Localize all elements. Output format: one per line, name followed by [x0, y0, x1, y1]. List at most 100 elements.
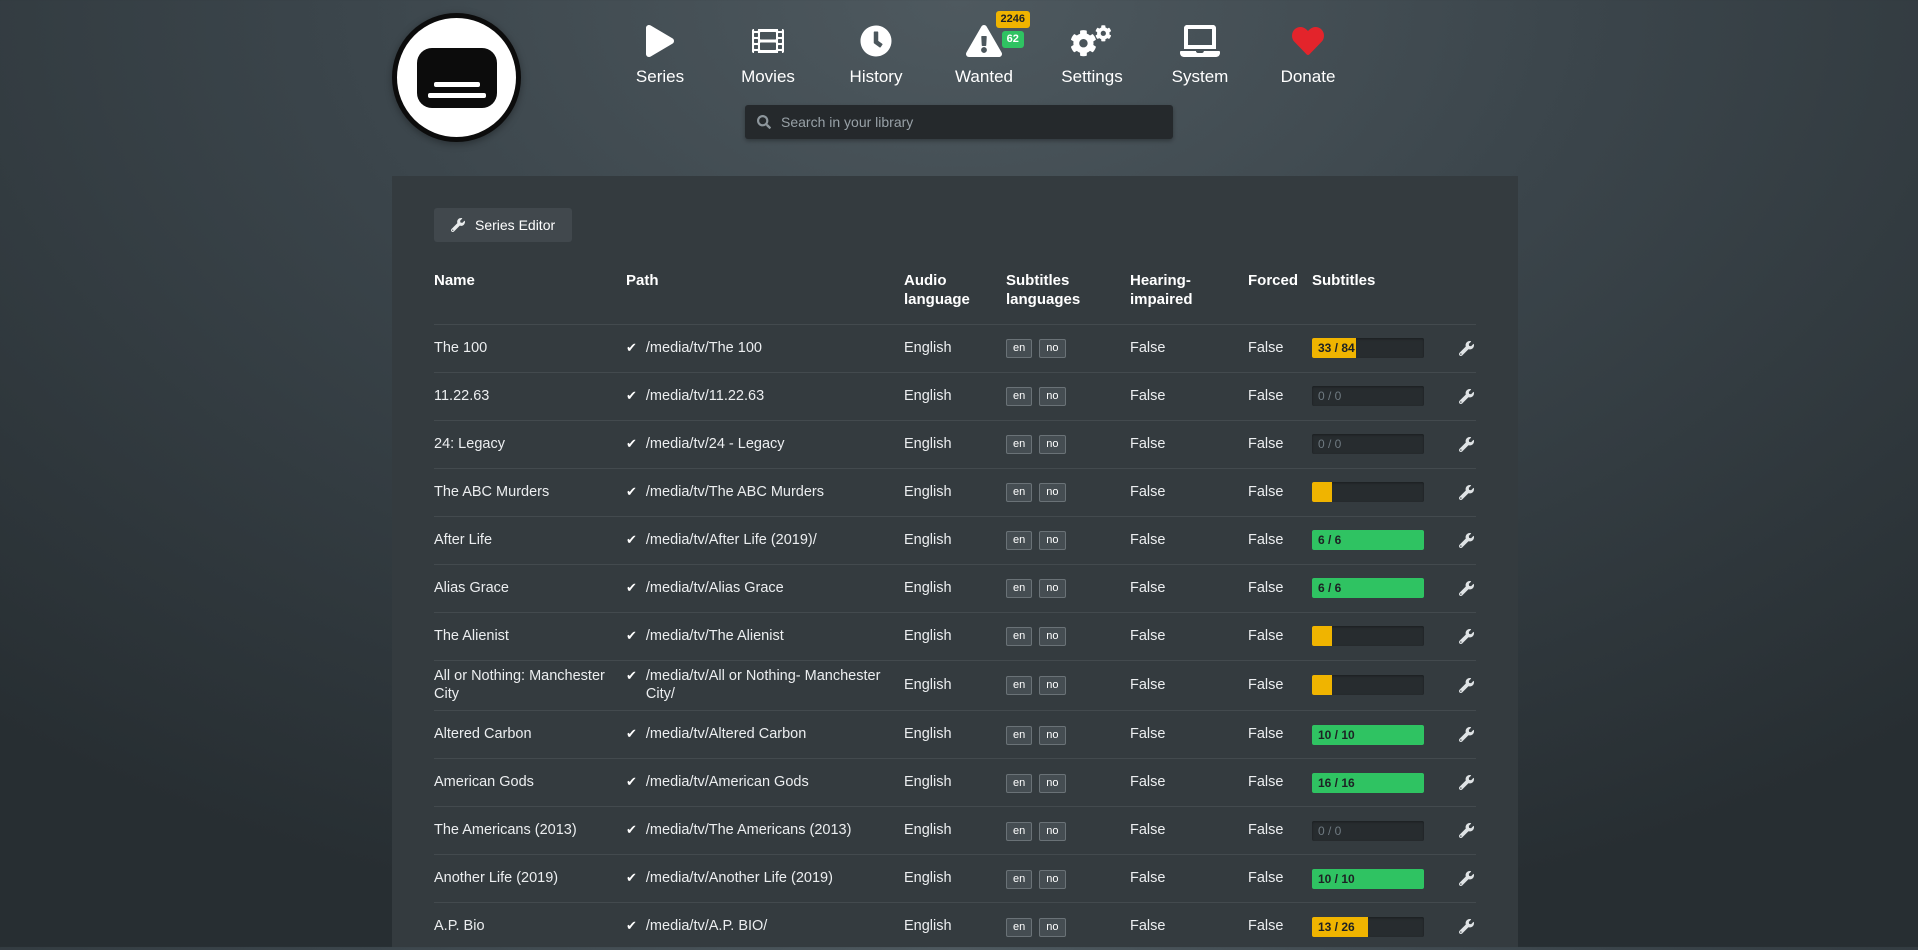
edit-series-wrench-icon[interactable]	[1459, 775, 1474, 790]
subtitles-progress: 10 / 10	[1312, 869, 1424, 889]
edit-series-wrench-icon[interactable]	[1459, 341, 1474, 356]
series-path: /media/tv/American Gods	[646, 773, 809, 792]
language-badge: no	[1039, 435, 1065, 454]
nav-movies[interactable]: Movies	[714, 24, 822, 87]
column-header-hearing: Hearing-impaired	[1130, 272, 1248, 310]
language-badge: en	[1006, 822, 1032, 841]
series-editor-label: Series Editor	[475, 217, 555, 233]
search-icon	[757, 115, 771, 134]
bazarr-logo[interactable]	[392, 13, 521, 142]
audio-language: English	[904, 387, 1006, 406]
play-icon	[646, 24, 674, 58]
language-badge: no	[1039, 579, 1065, 598]
table-row: The 100 ✔ /media/tv/The 100 English enno…	[434, 324, 1476, 372]
audio-language: English	[904, 725, 1006, 744]
edit-series-wrench-icon[interactable]	[1459, 919, 1474, 934]
series-name[interactable]: After Life	[434, 531, 626, 550]
nav-label-series: Series	[636, 67, 684, 87]
subtitles-progress-fill	[1312, 626, 1332, 646]
forced: False	[1248, 917, 1312, 936]
series-name[interactable]: Another Life (2019)	[434, 869, 626, 888]
series-editor-button[interactable]: Series Editor	[434, 208, 572, 242]
column-header-subtitles: Subtitles	[1312, 272, 1446, 291]
series-name[interactable]: The Americans (2013)	[434, 821, 626, 840]
check-icon: ✔	[626, 387, 637, 405]
forced: False	[1248, 387, 1312, 406]
series-path: /media/tv/The ABC Murders	[646, 483, 824, 502]
series-name[interactable]: All or Nothing: Manchester City	[434, 667, 626, 705]
language-badge: no	[1039, 676, 1065, 695]
language-badge: en	[1006, 435, 1032, 454]
nav-label-history: History	[850, 67, 903, 87]
language-badge: no	[1039, 627, 1065, 646]
edit-series-wrench-icon[interactable]	[1459, 871, 1474, 886]
series-name[interactable]: The Alienist	[434, 627, 626, 646]
language-badge: en	[1006, 579, 1032, 598]
wanted-movies-count-badge: 62	[1002, 31, 1024, 48]
edit-series-wrench-icon[interactable]	[1459, 437, 1474, 452]
forced: False	[1248, 579, 1312, 598]
forced: False	[1248, 339, 1312, 358]
edit-series-wrench-icon[interactable]	[1459, 581, 1474, 596]
forced: False	[1248, 869, 1312, 888]
nav-label-settings: Settings	[1061, 67, 1122, 87]
subtitles-languages: enno	[1006, 821, 1130, 841]
subtitles-progress: 6 / 6	[1312, 530, 1424, 550]
nav-history[interactable]: History	[822, 24, 930, 87]
subtitles-progress: 16 / 16	[1312, 773, 1424, 793]
edit-series-wrench-icon[interactable]	[1459, 389, 1474, 404]
edit-series-wrench-icon[interactable]	[1459, 629, 1474, 644]
subtitles-languages: enno	[1006, 386, 1130, 406]
subtitles-progress-label: 0 / 0	[1318, 434, 1341, 454]
edit-series-wrench-icon[interactable]	[1459, 678, 1474, 693]
series-table: Name Path Audio language Subtitles langu…	[434, 272, 1476, 950]
series-name[interactable]: The 100	[434, 339, 626, 358]
edit-series-wrench-icon[interactable]	[1459, 485, 1474, 500]
clock-icon	[860, 24, 892, 58]
series-name[interactable]: The ABC Murders	[434, 483, 626, 502]
table-row: After Life ✔ /media/tv/After Life (2019)…	[434, 516, 1476, 564]
language-badge: en	[1006, 676, 1032, 695]
table-row: All or Nothing: Manchester City ✔ /media…	[434, 660, 1476, 711]
series-name[interactable]: A.P. Bio	[434, 917, 626, 936]
nav-system[interactable]: System	[1146, 24, 1254, 87]
nav-label-movies: Movies	[741, 67, 795, 87]
subtitles-progress-label: 6 / 6	[1318, 578, 1341, 598]
table-row: The ABC Murders ✔ /media/tv/The ABC Murd…	[434, 468, 1476, 516]
series-name[interactable]: American Gods	[434, 773, 626, 792]
wanted-badges: 2246 62	[996, 11, 1030, 48]
series-path: /media/tv/Altered Carbon	[646, 725, 806, 744]
subtitles-progress-label: 33 / 84	[1318, 338, 1355, 358]
audio-language: English	[904, 579, 1006, 598]
language-badge: no	[1039, 726, 1065, 745]
series-path: /media/tv/Another Life (2019)	[646, 869, 833, 888]
forced: False	[1248, 627, 1312, 646]
series-table-body: The 100 ✔ /media/tv/The 100 English enno…	[434, 324, 1476, 950]
language-badge: no	[1039, 483, 1065, 502]
nav-donate[interactable]: Donate	[1254, 24, 1362, 87]
subtitles-progress-label: 6 / 6	[1318, 530, 1341, 550]
hearing-impaired: False	[1130, 869, 1248, 888]
series-path: /media/tv/The Americans (2013)	[646, 821, 852, 840]
series-path: /media/tv/Alias Grace	[646, 579, 784, 598]
series-name[interactable]: Alias Grace	[434, 579, 626, 598]
hearing-impaired: False	[1130, 773, 1248, 792]
subtitles-languages: enno	[1006, 917, 1130, 937]
nav-series[interactable]: Series	[606, 24, 714, 87]
edit-series-wrench-icon[interactable]	[1459, 727, 1474, 742]
column-header-path: Path	[626, 272, 904, 291]
forced: False	[1248, 531, 1312, 550]
series-name[interactable]: 11.22.63	[434, 387, 626, 406]
subtitles-progress-label: 0 / 0	[1318, 386, 1341, 406]
series-path: /media/tv/11.22.63	[646, 387, 764, 406]
nav-wanted[interactable]: 2246 62 Wanted	[930, 24, 1038, 87]
subtitles-languages: enno	[1006, 869, 1130, 889]
subtitles-progress-label: 13 / 26	[1318, 917, 1355, 937]
nav-settings[interactable]: Settings	[1038, 24, 1146, 87]
forced: False	[1248, 483, 1312, 502]
series-name[interactable]: Altered Carbon	[434, 725, 626, 744]
edit-series-wrench-icon[interactable]	[1459, 823, 1474, 838]
search-input[interactable]	[745, 105, 1173, 139]
edit-series-wrench-icon[interactable]	[1459, 533, 1474, 548]
series-name[interactable]: 24: Legacy	[434, 435, 626, 454]
